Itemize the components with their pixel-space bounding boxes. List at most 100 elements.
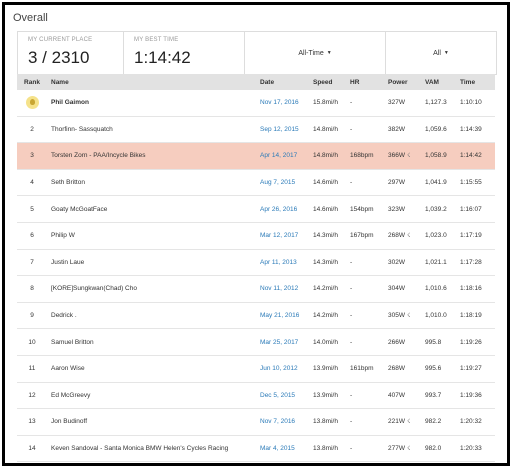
activity-date-link-text[interactable]: Mar 25, 2017	[260, 339, 298, 346]
time-cell: 1:10:10	[456, 90, 495, 117]
athlete-name-link[interactable]: Samuel Britton	[47, 328, 256, 356]
activity-date-link-text[interactable]: Dec 5, 2015	[260, 392, 295, 399]
athlete-name-link-text[interactable]: Phil Gaimon	[51, 99, 89, 106]
column-header-time[interactable]: Time	[456, 74, 495, 90]
table-row[interactable]: 13 Jon Budinoff Nov 7, 2016 13.8mi/h - 221W ☇ 9…	[17, 408, 495, 436]
column-header-hr[interactable]: HR	[346, 74, 384, 90]
activity-date-link-text[interactable]: Nov 11, 2012	[260, 285, 298, 292]
column-header-power[interactable]: Power	[384, 74, 421, 90]
athlete-name-link[interactable]: Aaron Wise	[47, 355, 256, 383]
athlete-name-link[interactable]: Torsten Zorn - PAA/Incycle Bikes	[47, 142, 256, 170]
athlete-name-link[interactable]: Thorfinn- Sassquatch	[47, 116, 256, 144]
athlete-name-link-text[interactable]: Justin Laue	[51, 259, 84, 266]
activity-date-link[interactable]: Mar 25, 2017	[256, 328, 309, 356]
column-header-date[interactable]: Date	[256, 74, 309, 90]
activity-date-link[interactable]: May 21, 2016	[256, 302, 309, 330]
athlete-name-link-text[interactable]: Torsten Zorn - PAA/Incycle Bikes	[51, 152, 146, 159]
athlete-name-link[interactable]: Jon Budinoff	[47, 408, 256, 436]
activity-date-link[interactable]: Apr 26, 2016	[256, 195, 309, 223]
activity-date-link[interactable]: Jun 10, 2012	[256, 355, 309, 383]
activity-date-link[interactable]: Dec 5, 2015	[256, 382, 309, 410]
vam-cell: 1,041.9	[421, 169, 456, 197]
table-row[interactable]: 7 Justin Laue Apr 11, 2013 14.3mi/h - 302W 1,0…	[17, 249, 495, 277]
rank-cell-text: 7	[30, 258, 34, 266]
table-row[interactable]: 12 Ed McGreevy Dec 5, 2015 13.9mi/h - 407W 993…	[17, 382, 495, 410]
power-cell: 302W	[384, 249, 421, 277]
time-filter-dropdown[interactable]: All-Time ▼	[245, 32, 385, 74]
activity-date-link-text[interactable]: Apr 11, 2013	[260, 259, 297, 266]
table-row[interactable]: 14 Keven Sandoval - Santa Monica BMW Hele…	[17, 435, 495, 463]
activity-date-link[interactable]: Sep 12, 2015	[256, 116, 309, 144]
activity-date-link[interactable]: Nov 11, 2012	[256, 275, 309, 303]
athlete-name-link[interactable]: Seth Britton	[47, 169, 256, 197]
athlete-name-link[interactable]: Goaty McGoatFace	[47, 195, 256, 223]
athlete-name-link-text[interactable]: Philip W	[51, 232, 75, 239]
activity-date-link-text[interactable]: Mar 12, 2017	[260, 232, 298, 239]
activity-date-link-text[interactable]: Apr 14, 2017	[260, 152, 297, 159]
activity-date-link[interactable]: Nov 7, 2016	[256, 408, 309, 436]
group-filter-dropdown[interactable]: All ▼	[386, 32, 496, 74]
athlete-name-link-text[interactable]: Samuel Britton	[51, 339, 94, 346]
table-row[interactable]: 6 Philip W Mar 12, 2017 14.3mi/h 167bpm 268W ☇…	[17, 222, 495, 250]
speed-cell: 14.2mi/h	[309, 302, 346, 330]
activity-date-link[interactable]: Mar 4, 2015	[256, 435, 309, 463]
athlete-name-link-text[interactable]: Aaron Wise	[51, 365, 85, 372]
activity-date-link-text[interactable]: Sep 12, 2015	[260, 126, 299, 133]
athlete-name-link[interactable]: [KORE]Sungkwan(Chad) Cho	[47, 275, 256, 303]
athlete-name-link[interactable]: Ed McGreevy	[47, 382, 256, 410]
time-filter-cell: All-Time ▼	[245, 32, 386, 74]
time-cell: 1:17:19	[456, 222, 495, 250]
activity-date-link-text[interactable]: Jun 10, 2012	[260, 365, 298, 372]
table-row[interactable]: Phil Gaimon Nov 17, 2016 15.8mi/h - 327W 1,12…	[17, 90, 495, 117]
table-row[interactable]: 11 Aaron Wise Jun 10, 2012 13.9mi/h 161bpm 26…	[17, 355, 495, 383]
athlete-name-link-text[interactable]: Jon Budinoff	[51, 418, 87, 425]
activity-date-link[interactable]: Mar 12, 2017	[256, 222, 309, 250]
power-cell-text: 407W	[388, 391, 405, 399]
activity-date-link-text[interactable]: Nov 17, 2016	[260, 99, 299, 106]
column-header-speed[interactable]: Speed	[309, 74, 346, 90]
athlete-name-link[interactable]: Justin Laue	[47, 249, 256, 277]
athlete-name-link-text[interactable]: Keven Sandoval - Santa Monica BMW Helen'…	[51, 445, 228, 452]
activity-date-link[interactable]: Apr 11, 2013	[256, 249, 309, 277]
column-header-rank[interactable]: Rank	[17, 74, 47, 90]
activity-date-link-text[interactable]: Mar 4, 2015	[260, 445, 295, 452]
speed-cell: 15.8mi/h	[309, 90, 346, 117]
vam-cell: 1,127.3	[421, 90, 456, 117]
activity-date-link-text[interactable]: Aug 7, 2015	[260, 179, 295, 186]
athlete-name-link[interactable]: Phil Gaimon	[47, 90, 256, 117]
athlete-name-link-text[interactable]: Seth Britton	[51, 179, 85, 186]
athlete-name-link-text[interactable]: Ed McGreevy	[51, 392, 90, 399]
table-row[interactable]: 2 Thorfinn- Sassquatch Sep 12, 2015 14.8mi/…	[17, 116, 495, 144]
table-row[interactable]: 5 Goaty McGoatFace Apr 26, 2016 14.6mi/h 154…	[17, 195, 495, 223]
athlete-name-link-text[interactable]: [KORE]Sungkwan(Chad) Cho	[51, 285, 137, 292]
time-cell: 1:19:27	[456, 355, 495, 383]
column-header-vam[interactable]: VAM	[421, 74, 456, 90]
rank-cell: 5	[17, 195, 47, 223]
table-row[interactable]: 9 Dedrick . May 21, 2016 14.2mi/h - 305W ☇ 1,01…	[17, 302, 495, 330]
table-row[interactable]: 3 Torsten Zorn - PAA/Incycle Bikes Apr 14,…	[17, 142, 495, 170]
activity-date-link[interactable]: Apr 14, 2017	[256, 142, 309, 170]
athlete-name-link[interactable]: Keven Sandoval - Santa Monica BMW Helen'…	[47, 435, 256, 463]
activity-date-link[interactable]: Nov 17, 2016	[256, 90, 309, 117]
speed-cell-text: 14.8mi/h	[313, 152, 338, 160]
table-row[interactable]: 10 Samuel Britton Mar 25, 2017 14.0mi/h - 266…	[17, 328, 495, 356]
activity-date-link-text[interactable]: Apr 26, 2016	[260, 206, 297, 213]
time-cell: 1:15:55	[456, 169, 495, 197]
athlete-name-link-text[interactable]: Thorfinn- Sassquatch	[51, 126, 113, 133]
speed-cell: 13.9mi/h	[309, 355, 346, 383]
power-cell: 366W ☇	[384, 142, 421, 170]
athlete-name-link[interactable]: Philip W	[47, 222, 256, 250]
rank-cell: 2	[17, 116, 47, 144]
power-meter-icon: ☇	[406, 233, 411, 240]
athlete-name-link[interactable]: Dedrick .	[47, 302, 256, 330]
activity-date-link[interactable]: Aug 7, 2015	[256, 169, 309, 197]
table-row[interactable]: 4 Seth Britton Aug 7, 2015 14.6mi/h - 297W 1,0…	[17, 169, 495, 197]
activity-date-link-text[interactable]: Nov 7, 2016	[260, 418, 295, 425]
power-cell: 304W	[384, 275, 421, 303]
athlete-name-link-text[interactable]: Goaty McGoatFace	[51, 206, 107, 213]
athlete-name-link-text[interactable]: Dedrick .	[51, 312, 77, 319]
power-cell-text: 268W	[388, 365, 405, 373]
column-header-name[interactable]: Name	[47, 74, 256, 90]
activity-date-link-text[interactable]: May 21, 2016	[260, 312, 299, 319]
table-row[interactable]: 8 [KORE]Sungkwan(Chad) Cho Nov 11, 2012 14.…	[17, 275, 495, 303]
